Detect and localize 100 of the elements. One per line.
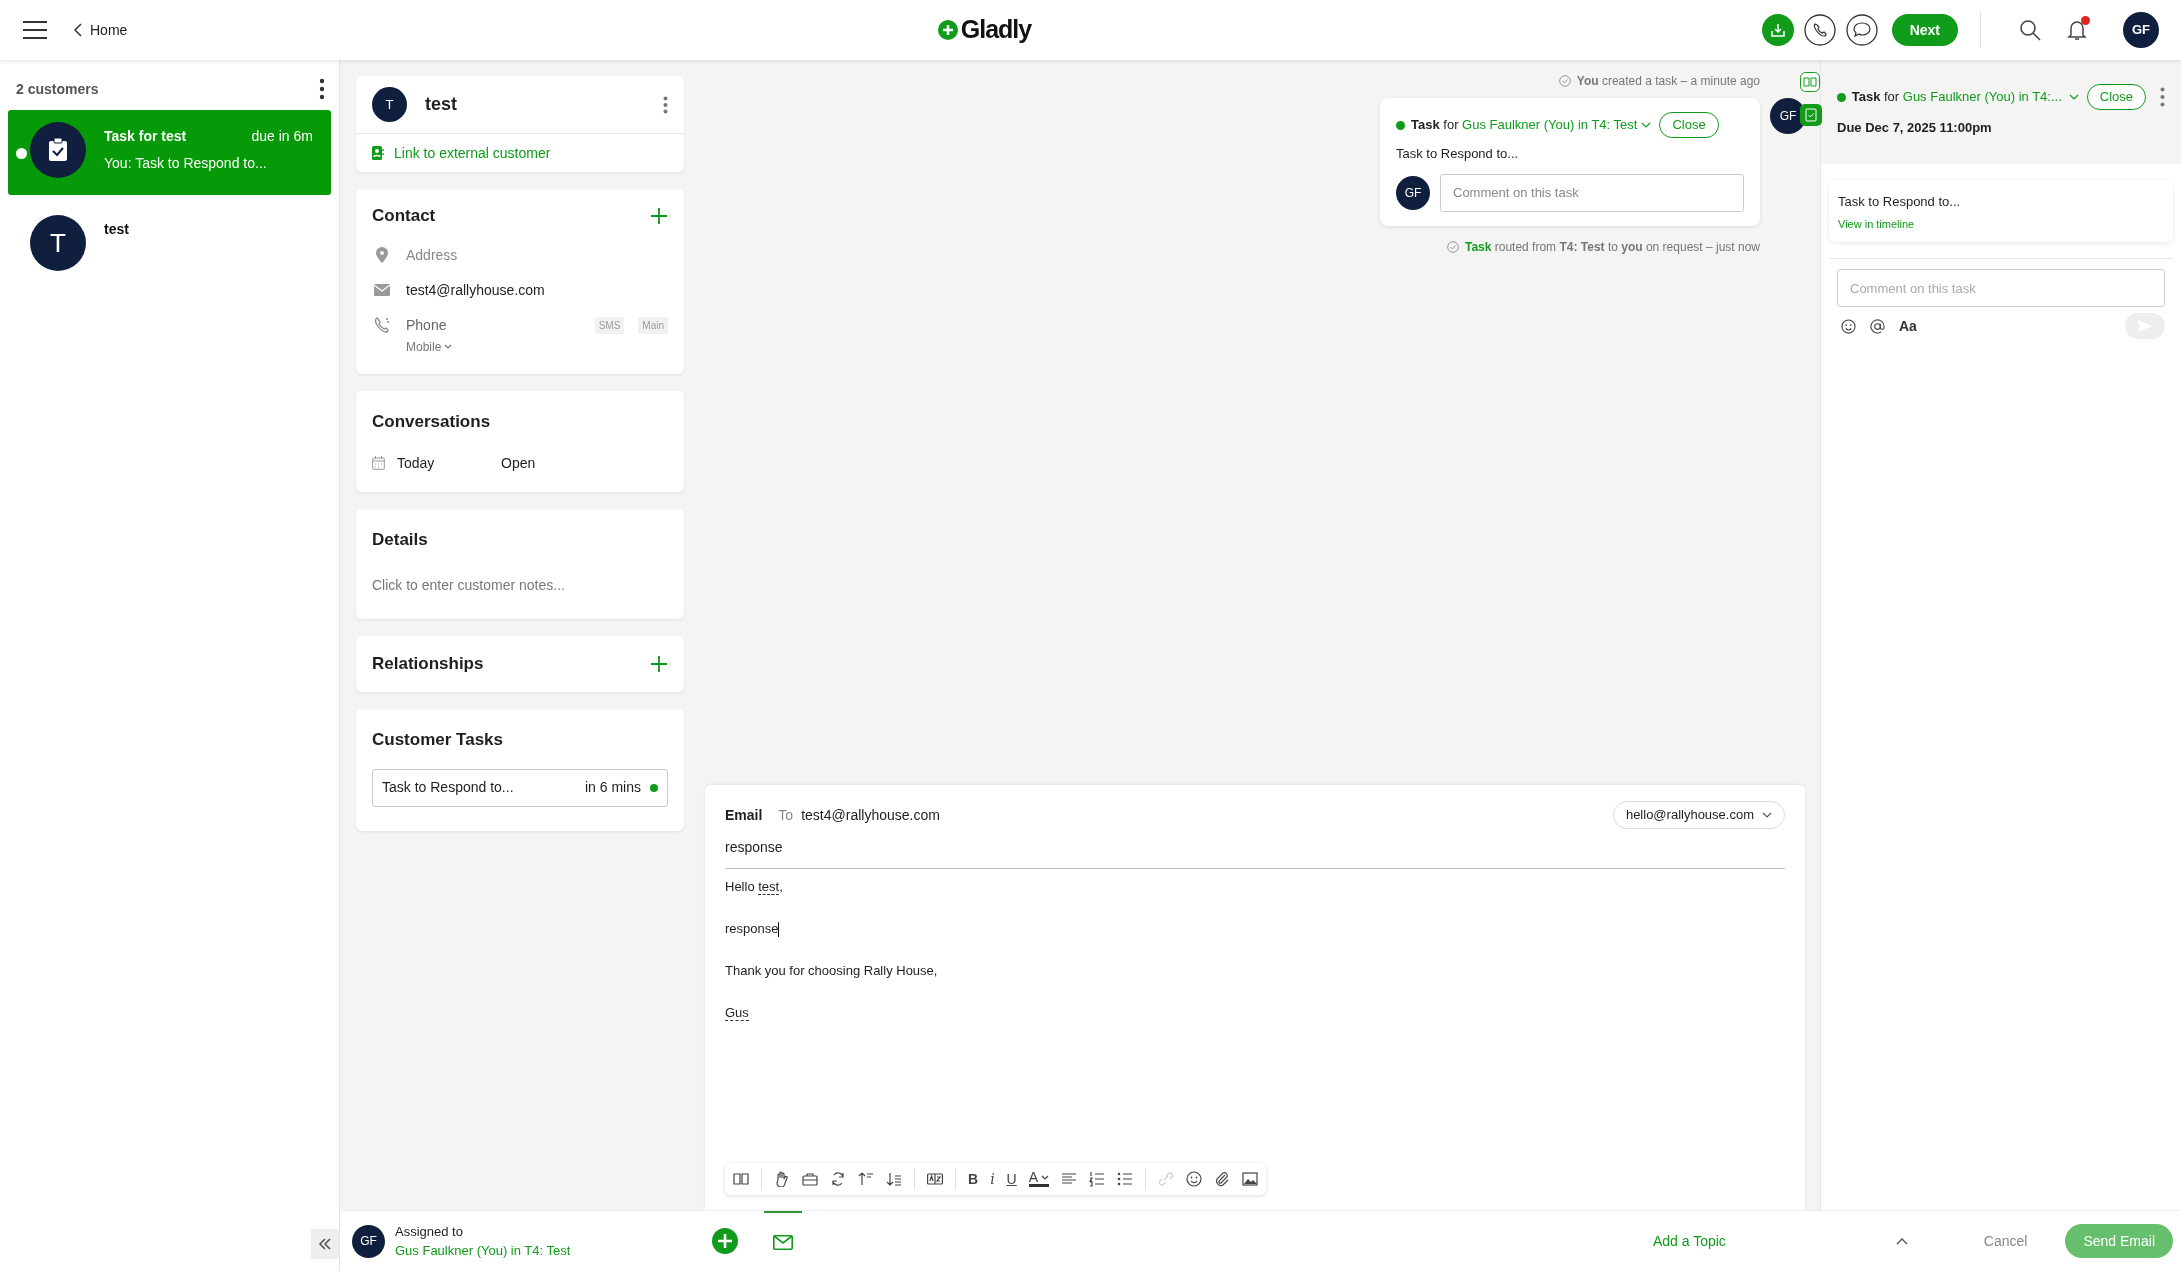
customer-name: test (425, 93, 458, 116)
chat-icon[interactable] (1845, 14, 1878, 46)
phone-icon (374, 317, 390, 333)
due-time: due in 6m (251, 127, 313, 146)
format-button[interactable]: U (1006, 1168, 1017, 1190)
smiley-icon[interactable] (1841, 318, 1856, 334)
recipient: test4@rallyhouse.com (801, 805, 941, 825)
next-button[interactable]: Next (1891, 14, 1958, 46)
plus-icon[interactable] (650, 655, 668, 673)
briefcase-icon[interactable] (802, 1171, 818, 1187)
email-text[interactable]: response (725, 919, 1785, 939)
due-date: Due Dec 7, 2025 11:00pm (1837, 119, 1993, 137)
timeline-link[interactable]: View in timeline (1838, 215, 1915, 232)
format-button[interactable]: i (990, 1168, 995, 1190)
email-text[interactable]: Gus (725, 1003, 1785, 1023)
format-button[interactable]: Aa (1899, 315, 1917, 337)
numbered-list-icon[interactable] (1089, 1171, 1106, 1187)
chevron-down-icon (1762, 812, 1772, 818)
subject-field[interactable]: response (725, 837, 1785, 869)
mail-icon (773, 1234, 793, 1250)
refresh-icon[interactable] (830, 1171, 846, 1187)
section-title: Relationships (372, 653, 484, 676)
comment-field[interactable]: Comment on this task (1837, 269, 2165, 307)
tag: Main (638, 316, 668, 334)
email-text[interactable]: Hello test, (725, 877, 1785, 897)
template-icon[interactable] (927, 1171, 943, 1187)
section-title: Contact (372, 205, 436, 227)
book-icon[interactable] (733, 1171, 749, 1187)
to-label: To (778, 805, 794, 825)
clipboard-icon[interactable] (1800, 104, 1822, 126)
close-button[interactable]: Close (2086, 84, 2146, 110)
collapse-button[interactable] (311, 1229, 339, 1259)
image-icon[interactable] (1242, 1171, 1259, 1187)
paperclip-icon[interactable] (1214, 1171, 1231, 1187)
assignee-link[interactable]: Gus Faulkner (You) in T4: Test (395, 1241, 705, 1260)
avatar: GF (352, 1224, 385, 1258)
smiley-icon[interactable] (1186, 1171, 1203, 1187)
sort-down-icon[interactable] (886, 1171, 902, 1187)
avatar: T (372, 87, 407, 122)
customer-name: test (104, 220, 129, 239)
inbox-icon[interactable] (1761, 14, 1794, 46)
format-button[interactable]: B (968, 1168, 979, 1190)
cancel-button[interactable]: Cancel (1983, 1230, 2028, 1252)
avatar: GF (1396, 175, 1430, 210)
chevron-up-icon[interactable] (1895, 1237, 1908, 1245)
timeline-event: Task routed from T4: Test to you on request – just now (1464, 238, 1760, 256)
calendar-icon (372, 456, 385, 470)
topic-link[interactable]: Add a Topic (1652, 1230, 1726, 1252)
message-preview: You: Task to Respond to... (104, 154, 268, 173)
check-circle-icon (1446, 240, 1459, 253)
chevron-down-icon[interactable] (1641, 122, 1652, 128)
sort-up-icon[interactable] (858, 1171, 874, 1187)
plus-icon[interactable] (650, 206, 668, 225)
email-address: test4@rallyhouse.com (406, 280, 545, 300)
task-text: Task to Respond to... (1838, 193, 1962, 211)
conversation-row[interactable]: Today Open (372, 452, 668, 474)
avatar: GF (1770, 98, 1806, 134)
section-title: Customer Tasks (372, 729, 504, 751)
assigned-label: Assigned to (395, 1223, 464, 1241)
task-title: Task for Gus Faulkner (You) in T4: Test (1411, 116, 1638, 135)
back-link[interactable]: Home (74, 19, 128, 41)
tag: SMS (594, 316, 625, 334)
comment-field[interactable]: Comment on this task (1440, 173, 1744, 212)
chevron-left-icon (74, 23, 82, 37)
align-icon[interactable] (1061, 1171, 1078, 1187)
timeline-event: You created a task – a minute ago (1576, 73, 1760, 90)
plus-icon (937, 20, 958, 40)
section-title: Details (372, 529, 429, 551)
external-link[interactable]: Link to external customer (356, 134, 684, 172)
check-circle-icon (1558, 75, 1571, 87)
task-text: Task to Respond to... (1396, 145, 1520, 163)
clipboard-check-icon (48, 138, 68, 162)
customer-count: 2 customers (16, 79, 99, 99)
search-icon[interactable] (2019, 19, 2041, 41)
bell-icon[interactable] (2067, 19, 2087, 41)
hand-icon[interactable] (774, 1171, 790, 1187)
chevron-down-icon[interactable] (2068, 94, 2079, 100)
at-sign-icon[interactable] (1870, 318, 1885, 334)
mail-icon (374, 284, 390, 296)
format-button[interactable]: A (1028, 1171, 1050, 1187)
customer-list-item[interactable]: Task for test due in 6m You: Task to Respond to... (8, 110, 331, 195)
phone-type-dropdown[interactable]: Mobile (406, 337, 668, 356)
phone-icon[interactable] (1803, 14, 1836, 46)
contact-card-icon (372, 146, 384, 160)
task-title: Task for Gus Faulkner (You) in T4:... (1851, 88, 2062, 107)
pin-icon (376, 247, 388, 263)
bullet-list-icon[interactable] (1117, 1171, 1134, 1187)
email-text[interactable]: Thank you for choosing Rally House, (725, 961, 1785, 981)
task-row[interactable]: Task to Respond to... in 6 mins (372, 768, 668, 807)
notes-field[interactable]: Click to enter customer notes... (372, 574, 668, 596)
double-chevron-left-icon (318, 1238, 332, 1250)
address-field[interactable]: Address (406, 244, 458, 266)
add-icon[interactable] (712, 1228, 738, 1254)
chevron-down-icon (444, 343, 453, 350)
menu-icon[interactable] (22, 20, 48, 40)
avatar: T (30, 215, 86, 271)
phone-field[interactable]: Phone (406, 314, 581, 336)
section-title: Conversations (372, 411, 492, 433)
kebab-icon[interactable] (319, 78, 325, 100)
book-icon[interactable] (1800, 72, 1820, 92)
